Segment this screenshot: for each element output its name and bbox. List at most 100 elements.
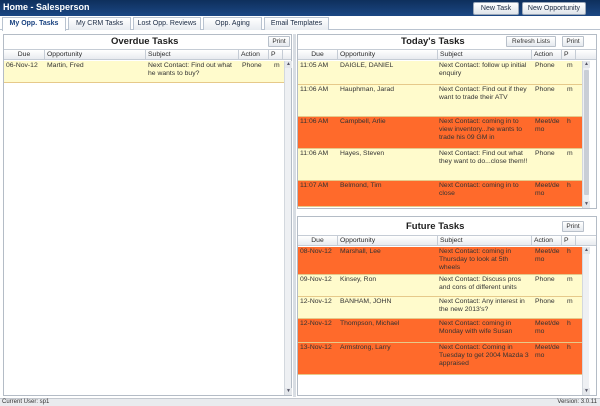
column-header-due[interactable]: Due (4, 50, 45, 60)
row-opportunity: Martin, Fred (47, 62, 84, 69)
row-priority: h (567, 344, 571, 351)
row-due: 11:06 AM (300, 150, 329, 157)
row-due: 11:06 AM (300, 118, 329, 125)
row-opportunity: Thompson, Michael (340, 320, 400, 327)
row-priority: m (567, 86, 573, 93)
todays-tasks-pane: Today's Tasks Refresh Lists Print Due Op… (297, 34, 597, 209)
scroll-down-icon[interactable]: ▼ (583, 388, 590, 395)
overdue-tasks-title: Overdue Tasks (111, 36, 179, 47)
tab-my-opp-tasks[interactable]: My Opp. Tasks (2, 17, 66, 31)
row-action: Phone (535, 276, 555, 283)
column-header-subject[interactable]: Subject (438, 50, 532, 60)
tab-bar: My Opp. Tasks My CRM Tasks Lost Opp. Rev… (0, 16, 600, 31)
row-opportunity: DAIGLE, DANIEL (340, 62, 394, 69)
today-table-header: Due Opportunity Subject Action P (298, 49, 596, 60)
future-scrollbar[interactable]: ▲ ▼ (582, 247, 590, 395)
row-due: 06-Nov-12 (6, 62, 38, 69)
overdue-table-header: Due Opportunity Subject Action P (4, 49, 291, 60)
today-scrollbar[interactable]: ▲ ▼ (582, 61, 590, 208)
scroll-down-icon[interactable]: ▼ (583, 201, 590, 208)
row-due: 11:07 AM (300, 182, 329, 189)
row-opportunity: Armstrong, Larry (340, 344, 391, 351)
table-row[interactable]: 12-Nov-12 BANHAM, JOHN Next Contact: Any i… (298, 297, 582, 319)
row-due: 09-Nov-12 (300, 276, 332, 283)
row-priority: h (567, 320, 571, 327)
future-tasks-pane: Future Tasks Print Due Opportunity Subje… (297, 216, 597, 396)
row-subject: Next Contact: Discuss pros and cons of d… (439, 276, 523, 291)
table-row[interactable]: 11:06 AM Hayes, Steven Next Contact: Find … (298, 149, 582, 181)
overdue-scrollbar[interactable]: ▲ ▼ (284, 61, 292, 395)
column-header-subject[interactable]: Subject (438, 236, 532, 246)
table-row[interactable]: 09-Nov-12 Kinsey, Ron Next Contact: Discus… (298, 275, 582, 297)
row-priority: m (567, 276, 573, 283)
table-row[interactable]: 12-Nov-12 Thompson, Michael Next Contact: … (298, 319, 582, 343)
row-subject: Next Contact: follow up initial enquiry (439, 62, 529, 77)
row-action: Meet/de mo (535, 320, 562, 335)
new-opportunity-button[interactable]: New Opportunity (522, 2, 586, 15)
row-opportunity: Kinsey, Ron (340, 276, 377, 283)
column-header-priority[interactable]: P (269, 50, 283, 60)
row-subject: Next Contact: Coming in Tuesday to get 2… (439, 344, 531, 367)
table-row[interactable]: 13-Nov-12 Armstrong, Larry Next Contact: C… (298, 343, 582, 375)
row-due: 08-Nov-12 (300, 248, 332, 255)
table-row[interactable]: 08-Nov-12 Marshall, Lee Next Contact: comi… (298, 247, 582, 275)
row-action: Phone (242, 62, 262, 69)
scroll-thumb[interactable] (584, 70, 589, 195)
column-header-action[interactable]: Action (239, 50, 269, 60)
column-header-due[interactable]: Due (298, 236, 338, 246)
future-table-header: Due Opportunity Subject Action P (298, 235, 596, 246)
row-due: 11:05 AM (300, 62, 329, 69)
column-header-opportunity[interactable]: Opportunity (45, 50, 146, 60)
row-opportunity: Hayes, Steven (340, 150, 385, 157)
tab-my-crm-tasks[interactable]: My CRM Tasks (68, 17, 131, 30)
row-action: Phone (535, 150, 555, 157)
row-action: Phone (535, 86, 555, 93)
version-label: Version: 3.0.11 (557, 399, 597, 405)
new-task-button[interactable]: New Task (473, 2, 519, 15)
table-row[interactable]: 11:06 AM Campbell, Arlie Next Contact: com… (298, 117, 582, 149)
pane-splitter[interactable] (293, 34, 296, 397)
row-priority: h (567, 248, 571, 255)
table-row[interactable]: 06-Nov-12 Martin, Fred Next Contact: Fin… (4, 61, 284, 83)
todays-tasks-title: Today's Tasks (401, 36, 465, 47)
row-priority: m (274, 62, 280, 69)
table-row[interactable]: 11:06 AM Hauphman, Jarad Next Contact: Fin… (298, 85, 582, 117)
row-action: Meet/de mo (535, 344, 562, 359)
row-opportunity: Marshall, Lee (340, 248, 381, 255)
column-header-priority[interactable]: P (562, 50, 576, 60)
tab-email-templates[interactable]: Email Templates (264, 17, 329, 30)
table-row[interactable]: 11:05 AM DAIGLE, DANIEL Next Contact: foll… (298, 61, 582, 85)
row-priority: m (567, 298, 573, 305)
row-action: Meet/de mo (535, 248, 562, 263)
column-header-action[interactable]: Action (532, 50, 562, 60)
refresh-lists-button[interactable]: Refresh Lists (506, 36, 556, 47)
column-header-due[interactable]: Due (298, 50, 338, 60)
column-header-priority[interactable]: P (562, 236, 576, 246)
row-priority: m (567, 62, 573, 69)
row-priority: m (567, 150, 573, 157)
column-header-subject[interactable]: Subject (146, 50, 239, 60)
tab-lost-opp-reviews[interactable]: Lost Opp. Reviews (133, 17, 201, 30)
today-print-button[interactable]: Print (562, 36, 584, 47)
column-header-action[interactable]: Action (532, 236, 562, 246)
scroll-up-icon[interactable]: ▲ (583, 61, 590, 68)
table-row[interactable]: 11:07 AM Belmond, Tim Next Contact: coming… (298, 181, 582, 207)
overdue-print-button[interactable]: Print (268, 36, 290, 47)
row-subject: Next Contact: coming in to view inventor… (439, 118, 524, 141)
row-subject: Next Contact: coming in to close (439, 182, 521, 197)
row-opportunity: Campbell, Arlie (340, 118, 386, 125)
row-subject: Next Contact: coming in Thursday to look… (439, 248, 513, 271)
tab-opp-aging[interactable]: Opp. Aging (203, 17, 262, 30)
row-subject: Next Contact: Any interest in the new 20… (439, 298, 527, 313)
row-priority: h (567, 182, 571, 189)
future-print-button[interactable]: Print (562, 221, 584, 232)
scroll-up-icon[interactable]: ▲ (583, 247, 590, 254)
row-subject: Next Contact: Find out if they want to t… (439, 86, 529, 101)
column-header-opportunity[interactable]: Opportunity (338, 236, 438, 246)
row-action: Meet/de mo (535, 118, 562, 133)
scroll-up-icon[interactable]: ▲ (285, 61, 292, 68)
column-header-opportunity[interactable]: Opportunity (338, 50, 438, 60)
row-subject: Next Contact: Find out what they want to… (439, 150, 528, 165)
scroll-down-icon[interactable]: ▼ (285, 388, 292, 395)
row-action: Phone (535, 62, 555, 69)
